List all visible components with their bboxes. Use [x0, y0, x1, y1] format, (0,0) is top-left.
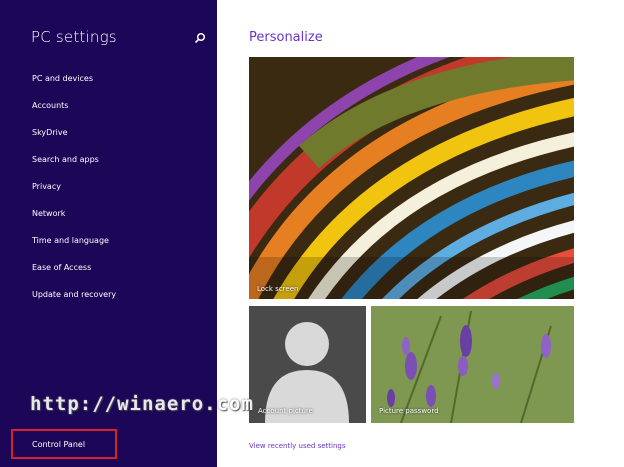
watermark-text: http://winaero.com	[30, 393, 254, 415]
sidebar-item-pc-and-devices[interactable]: PC and devices	[32, 74, 93, 84]
account-picture-tile[interactable]: Account picture	[249, 306, 366, 423]
sidebar-item-ease-of-access[interactable]: Ease of Access	[32, 263, 91, 273]
picture-password-tile[interactable]: Picture password	[371, 306, 574, 423]
view-recent-settings-link[interactable]: View recently used settings	[249, 442, 346, 451]
search-icon[interactable]	[194, 32, 206, 44]
sidebar-item-skydrive[interactable]: SkyDrive	[32, 128, 68, 138]
lavender-image	[371, 306, 574, 423]
page-title: Personalize	[249, 30, 323, 45]
sidebar-item-accounts[interactable]: Accounts	[32, 101, 68, 111]
sidebar-item-search-and-apps[interactable]: Search and apps	[32, 155, 99, 165]
picture-password-label: Picture password	[379, 407, 439, 415]
account-picture-label: Account picture	[258, 407, 313, 415]
sidebar-item-time-and-language[interactable]: Time and language	[32, 236, 109, 246]
sidebar-item-privacy[interactable]: Privacy	[32, 182, 61, 192]
sidebar-title: PC settings	[31, 28, 117, 46]
lock-screen-tile[interactable]: Lock screen	[249, 57, 574, 299]
sidebar-item-control-panel[interactable]: Control Panel	[32, 440, 85, 450]
sidebar-item-network[interactable]: Network	[32, 209, 65, 219]
user-avatar-icon	[265, 322, 349, 423]
lock-screen-image	[249, 57, 574, 299]
sidebar-item-update-and-recovery[interactable]: Update and recovery	[32, 290, 116, 300]
lock-screen-label: Lock screen	[257, 285, 299, 293]
